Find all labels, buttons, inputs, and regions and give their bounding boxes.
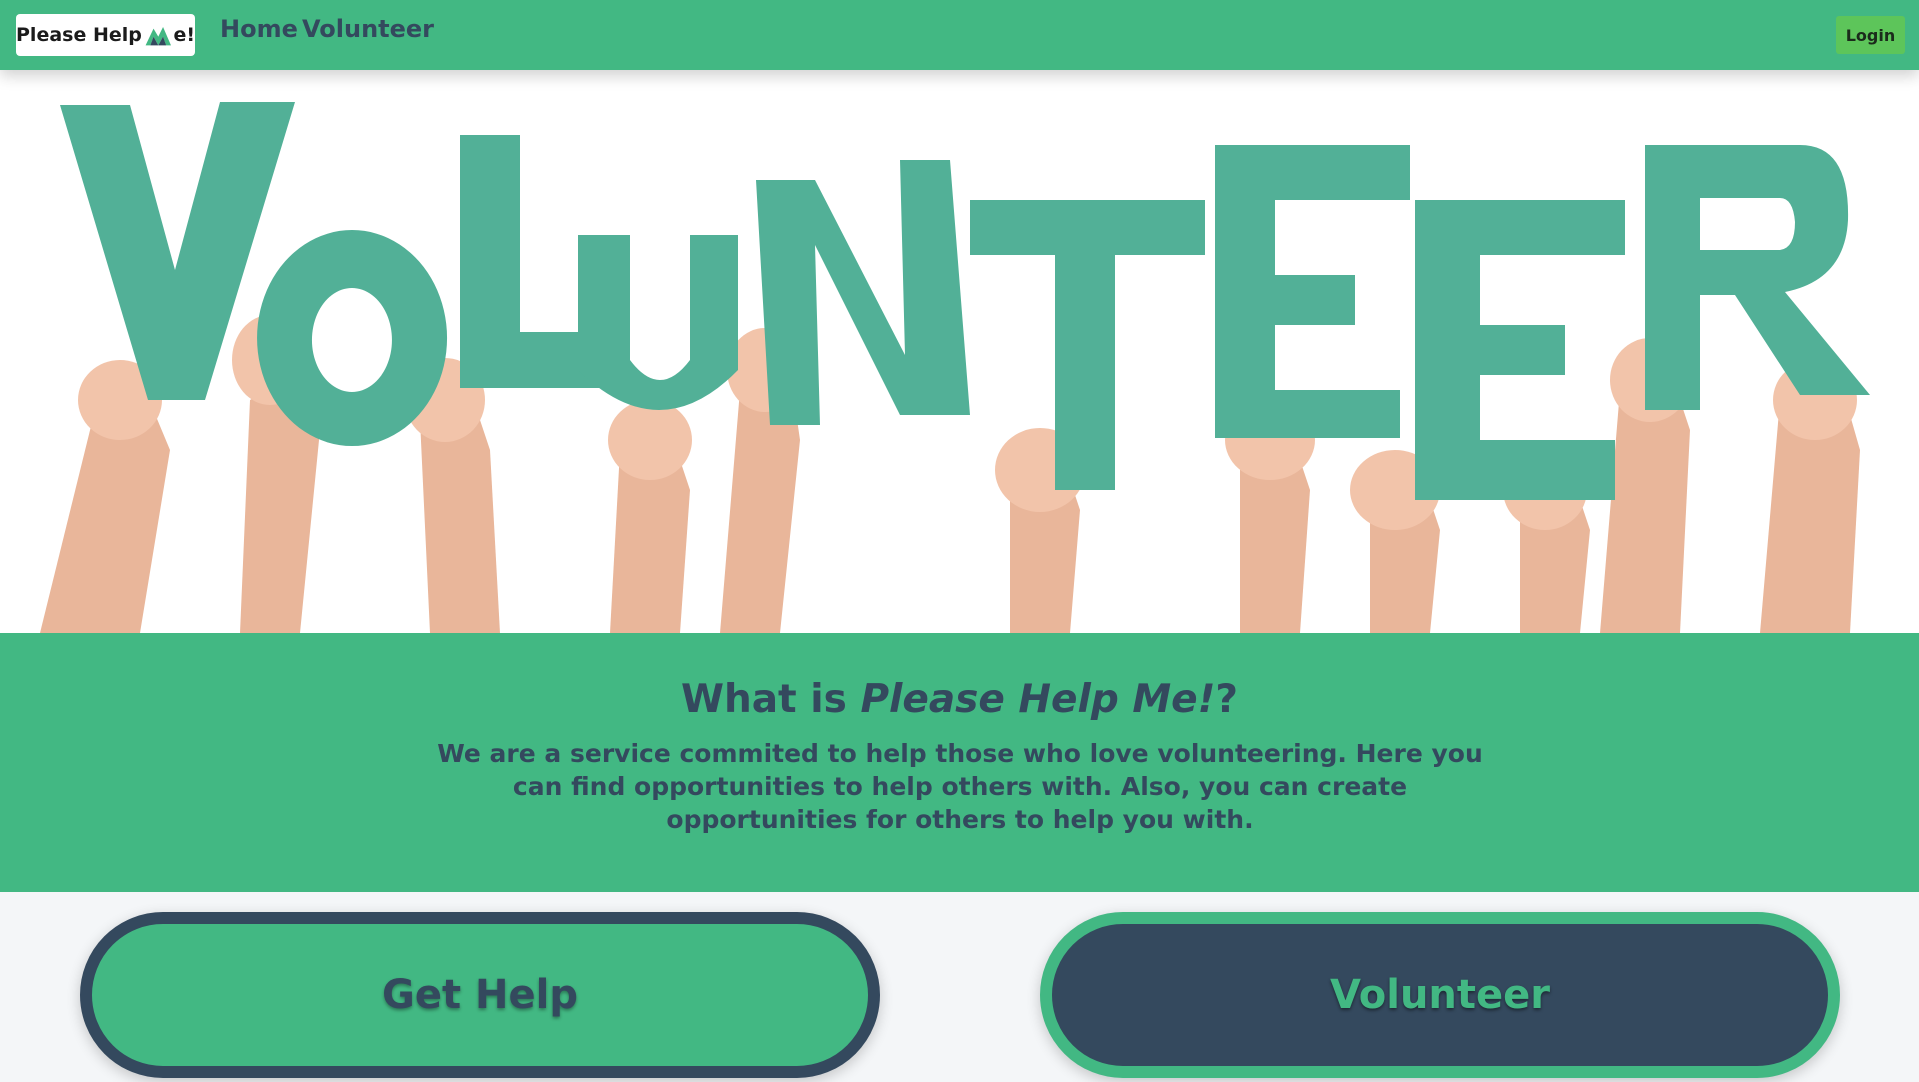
hero-image	[0, 70, 1919, 633]
brand-logo[interactable]: Please Help e!	[16, 14, 195, 56]
volunteer-letters-illustration	[0, 70, 1919, 633]
about-section: What is Please Help Me!? We are a servic…	[0, 633, 1919, 892]
about-title: What is Please Help Me!?	[0, 677, 1919, 722]
volunteer-button[interactable]: Volunteer	[1040, 912, 1840, 1078]
nav-volunteer-link[interactable]: Volunteer	[302, 15, 434, 43]
brand-prefix: Please Help	[16, 24, 142, 46]
about-description: We are a service commited to help those …	[437, 739, 1483, 834]
nav-home-link[interactable]: Home	[220, 15, 298, 43]
brand-suffix: e!	[173, 24, 195, 46]
about-title-prefix: What is	[680, 677, 861, 722]
login-button[interactable]: Login	[1836, 16, 1905, 54]
m-mountain-logo-icon	[145, 27, 171, 46]
about-title-brand: Please Help Me!	[860, 677, 1216, 722]
get-help-button[interactable]: Get Help	[80, 912, 880, 1078]
navbar: Please Help e! Home Volunteer Login	[0, 0, 1919, 70]
about-title-suffix: ?	[1215, 677, 1239, 722]
